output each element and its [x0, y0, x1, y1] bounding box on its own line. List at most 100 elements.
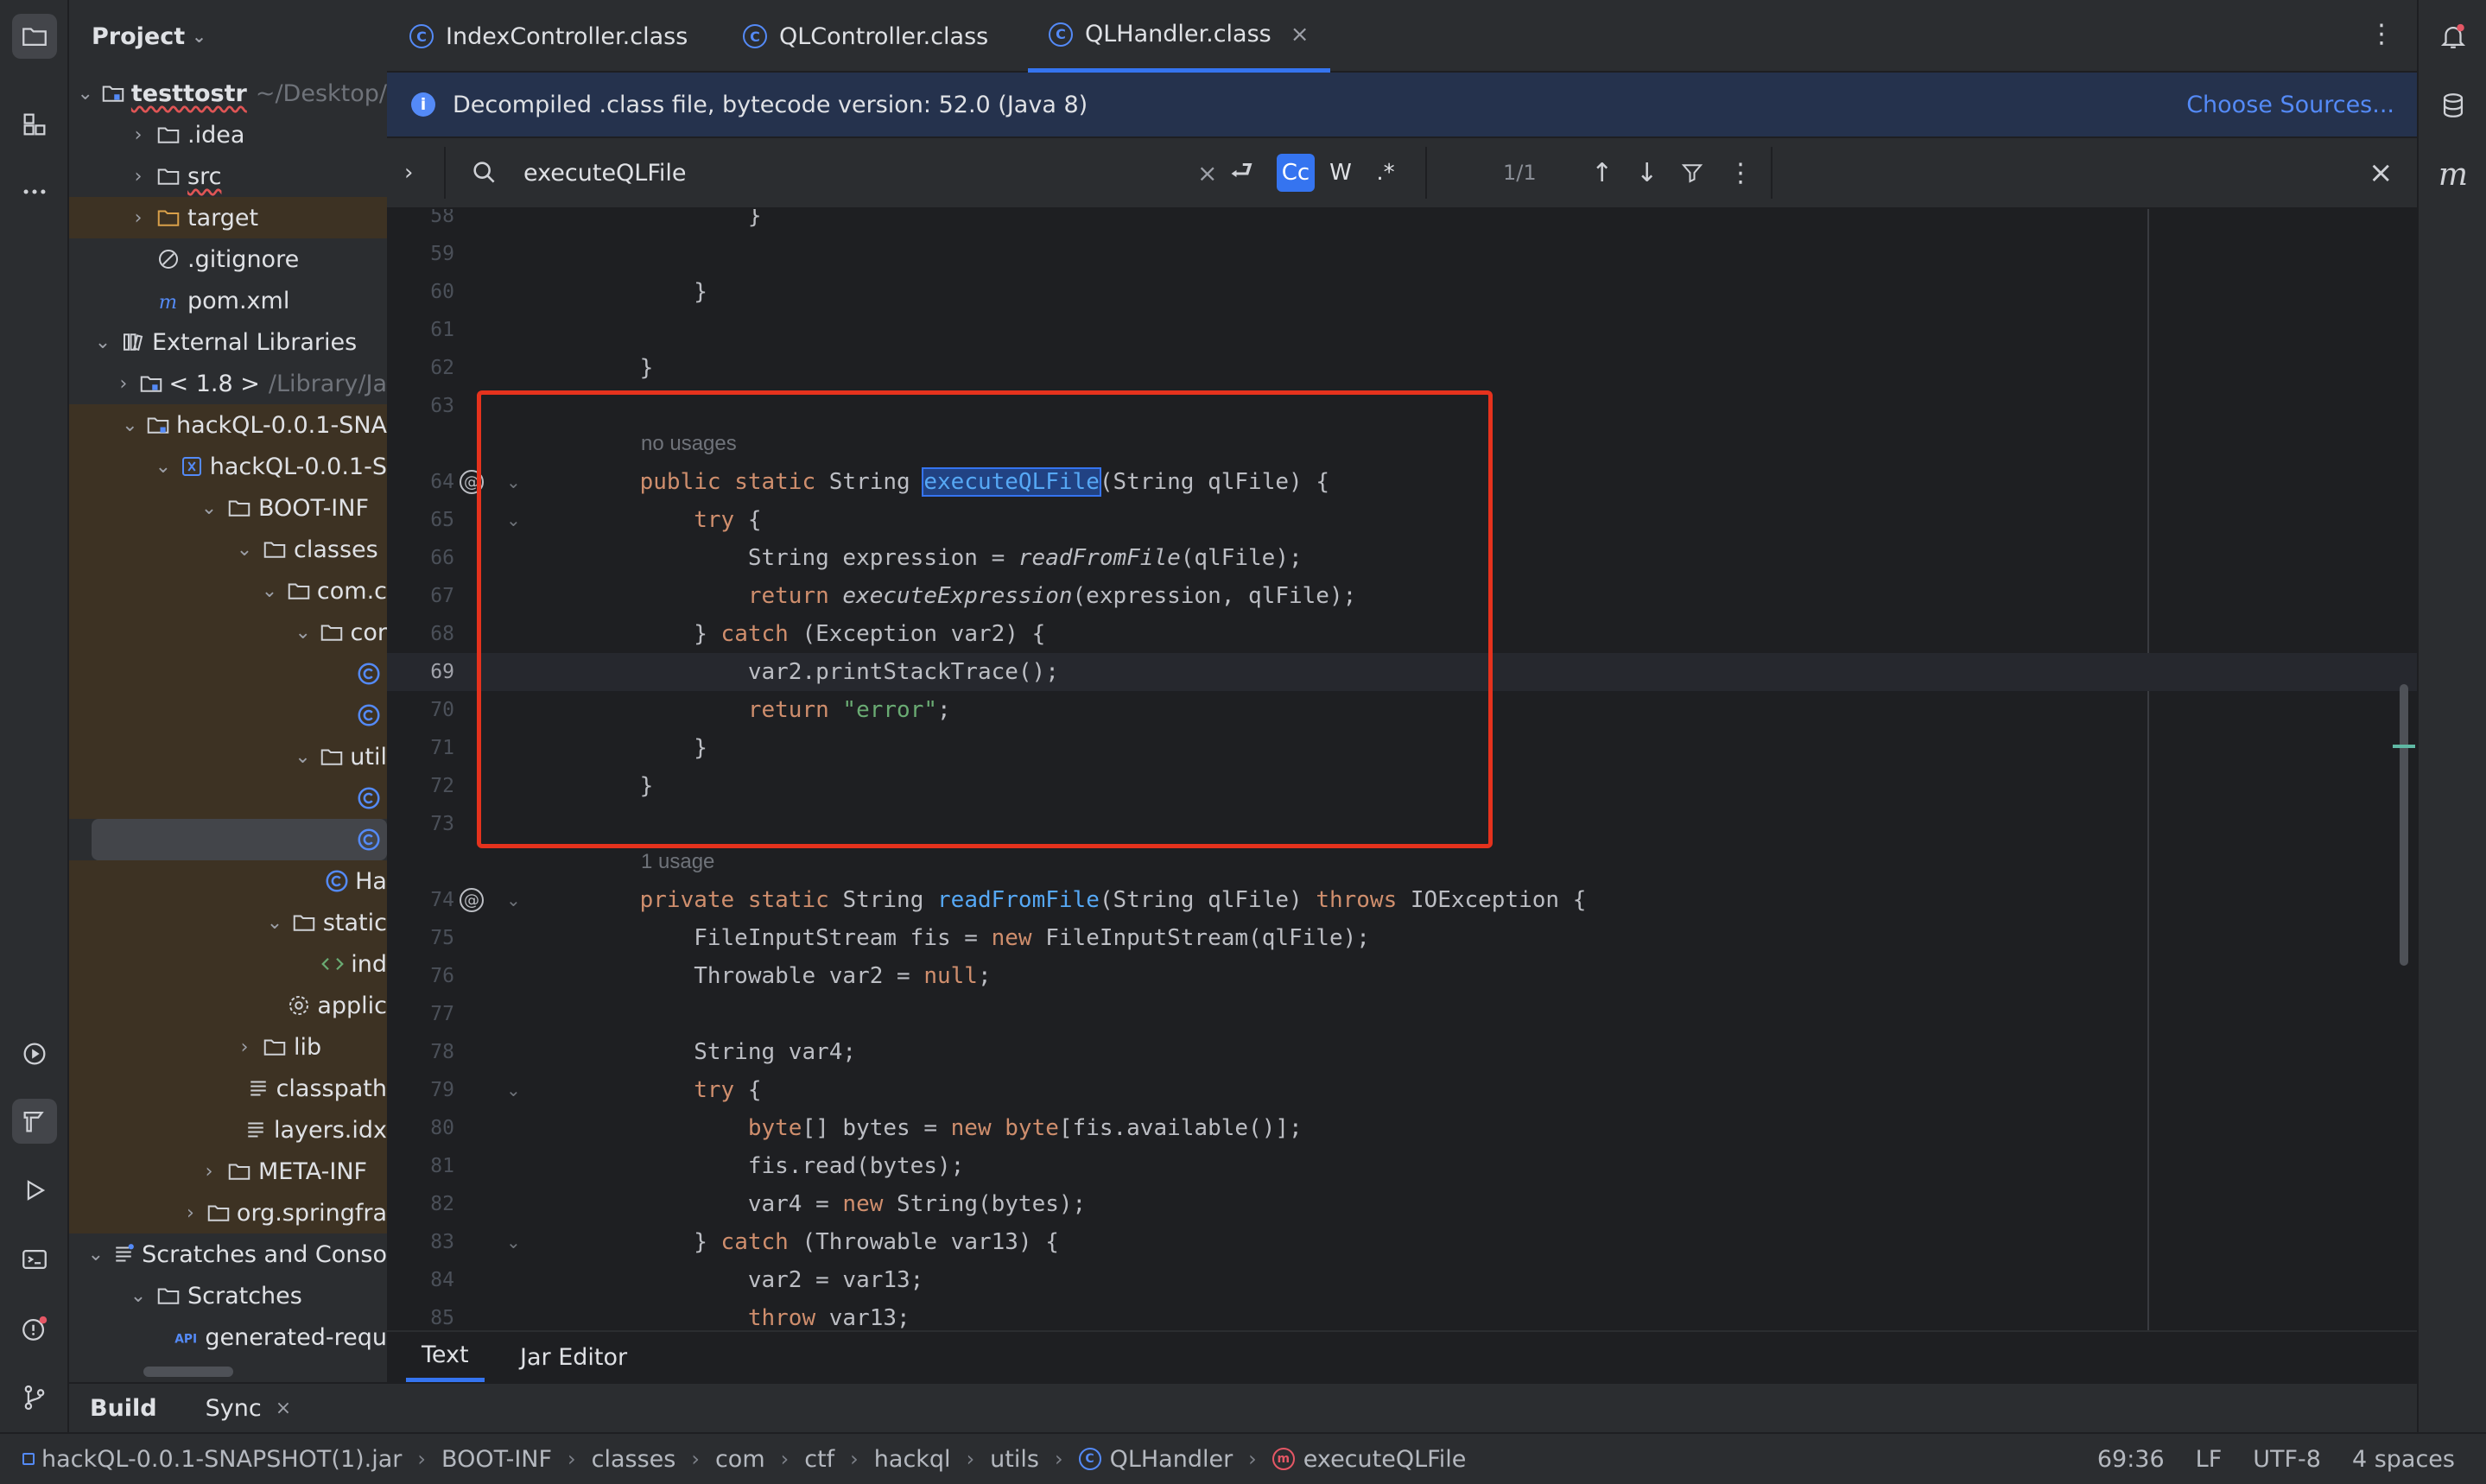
tree-item[interactable]: applic: [69, 985, 387, 1026]
line-number[interactable]: 73: [387, 805, 454, 843]
chevron-down-icon[interactable]: ⌄: [235, 539, 254, 561]
tree-item[interactable]: ⌄ BOOT-INF: [69, 487, 387, 529]
arrow-up-icon[interactable]: ↑: [1591, 138, 1613, 207]
tab-build[interactable]: Build: [90, 1395, 157, 1422]
tree-item[interactable]: classpath: [69, 1068, 387, 1109]
line-number[interactable]: 61: [387, 311, 454, 349]
indent-setting[interactable]: 4 spaces: [2352, 1446, 2455, 1473]
line-number[interactable]: 62: [387, 349, 454, 387]
more-tools-button[interactable]: [12, 169, 57, 214]
line-number[interactable]: 64: [387, 463, 454, 501]
tree-item[interactable]: m pom.xml: [69, 280, 387, 321]
clear-search-icon[interactable]: ×: [1197, 138, 1217, 207]
chevron-down-icon[interactable]: ⌄: [93, 332, 112, 353]
line-number[interactable]: 60: [387, 273, 454, 311]
chevron-right-icon[interactable]: ›: [235, 1037, 254, 1058]
tree-item[interactable]: › org.springfra: [69, 1192, 387, 1233]
chevron-down-icon[interactable]: ⌄: [122, 415, 138, 436]
choose-sources-link[interactable]: Choose Sources...: [2186, 92, 2394, 118]
find-input[interactable]: executeQLFile: [523, 138, 687, 207]
breadcrumb-item[interactable]: hackql: [874, 1446, 951, 1473]
line-number[interactable]: 79: [387, 1071, 454, 1109]
usage-hint[interactable]: no usages: [387, 425, 2417, 463]
annotation-gutter-icon[interactable]: @: [460, 470, 484, 494]
tree-item[interactable]: ⌄ static: [69, 902, 387, 943]
horizontal-scrollbar[interactable]: [143, 1367, 233, 1377]
line-number[interactable]: 59: [387, 235, 454, 273]
line-number[interactable]: 58: [387, 209, 454, 235]
close-icon[interactable]: ×: [2369, 138, 2394, 207]
more-vertical-icon[interactable]: ⋮: [1728, 138, 1754, 207]
tab-index-controller[interactable]: C IndexController.class: [409, 0, 688, 73]
breadcrumb-item[interactable]: ctf: [804, 1446, 834, 1473]
line-number[interactable]: 83: [387, 1223, 454, 1261]
tree-item[interactable]: .gitignore: [69, 238, 387, 280]
tree-item[interactable]: layers.idx: [69, 1109, 387, 1151]
tree-item[interactable]: ⌄ cor: [69, 612, 387, 653]
code-editor[interactable]: 58 } 59 60 } 61 62 } 63 no usages 64 @ ⌄ public s…: [387, 209, 2417, 1330]
chevron-down-icon[interactable]: ⌄: [129, 1285, 148, 1307]
close-icon[interactable]: ×: [1291, 22, 1310, 48]
chevron-right-icon[interactable]: ›: [182, 1202, 199, 1224]
tab-ql-controller[interactable]: C QLController.class: [743, 0, 988, 73]
breadcrumb-item[interactable]: hackQL-0.0.1-SNAPSHOT(1).jar: [22, 1446, 402, 1473]
usage-hint[interactable]: 1 usage: [387, 843, 2417, 881]
breadcrumb-item[interactable]: utils: [990, 1446, 1039, 1473]
line-number[interactable]: 80: [387, 1109, 454, 1147]
tab-sync[interactable]: Sync: [206, 1395, 262, 1422]
line-number[interactable]: 70: [387, 691, 454, 729]
caret-position[interactable]: 69:36: [2097, 1446, 2165, 1473]
chevron-down-icon[interactable]: ⌄: [294, 746, 312, 768]
line-number[interactable]: 84: [387, 1261, 454, 1299]
chevron-down-icon[interactable]: ⌄: [192, 26, 206, 47]
line-number[interactable]: 65: [387, 501, 454, 539]
tab-ql-handler[interactable]: C QLHandler.class ×: [1028, 0, 1330, 73]
chevron-down-icon[interactable]: ⌄: [261, 580, 279, 602]
tree-item[interactable]: ⌄ Scratches: [69, 1275, 387, 1316]
tree-item[interactable]: ⌄ External Libraries: [69, 321, 387, 363]
chevron-down-icon[interactable]: ⌄: [265, 912, 283, 934]
chevron-down-icon[interactable]: ⌄: [88, 1244, 104, 1265]
chevron-right-icon[interactable]: ›: [200, 1161, 219, 1183]
tree-item[interactable]: › src: [69, 155, 387, 197]
tree-item[interactable]: ⌄ hackQL-0.0.1-SNA: [69, 404, 387, 446]
fold-chevron-icon[interactable]: ⌄: [506, 501, 521, 539]
line-number[interactable]: 78: [387, 1033, 454, 1071]
database-button[interactable]: [2431, 83, 2476, 128]
terminal-tool-button[interactable]: [12, 1237, 57, 1282]
chevron-down-icon[interactable]: ⌄: [200, 498, 219, 519]
breadcrumb-item[interactable]: BOOT-INF: [441, 1446, 552, 1473]
tree-item[interactable]: ⌄ classes: [69, 529, 387, 570]
tree-item[interactable]: › META-INF: [69, 1151, 387, 1192]
tree-item[interactable]: › .idea: [69, 114, 387, 155]
run-tool-button[interactable]: [12, 1168, 57, 1213]
chevron-right-icon[interactable]: ›: [129, 207, 148, 229]
chevron-right-icon[interactable]: ›: [404, 138, 413, 207]
file-encoding[interactable]: UTF-8: [2253, 1446, 2321, 1473]
project-tool-button[interactable]: [12, 14, 57, 59]
more-vertical-icon[interactable]: ⋮: [2369, 19, 2394, 49]
line-number[interactable]: 63: [387, 387, 454, 425]
git-tool-button[interactable]: [12, 1375, 57, 1420]
tree-item[interactable]: API generated-requ: [69, 1316, 387, 1358]
chevron-down-icon[interactable]: ⌄: [77, 83, 92, 105]
structure-tool-button[interactable]: [12, 102, 57, 147]
notifications-button[interactable]: [2431, 14, 2476, 59]
match-case-toggle[interactable]: Cc: [1277, 154, 1315, 192]
chevron-down-icon[interactable]: ⌄: [155, 456, 172, 478]
tree-item[interactable]: ind: [69, 943, 387, 985]
tree-item[interactable]: › target: [69, 197, 387, 238]
find-query[interactable]: executeQLFile: [523, 160, 687, 187]
services-tool-button[interactable]: [12, 1031, 57, 1076]
line-number[interactable]: 81: [387, 1147, 454, 1185]
breadcrumb-item[interactable]: C QLHandler: [1078, 1446, 1233, 1473]
line-number[interactable]: 67: [387, 577, 454, 615]
build-tool-button[interactable]: [12, 1099, 57, 1144]
breadcrumb-item[interactable]: classes: [592, 1446, 676, 1473]
line-number[interactable]: 75: [387, 919, 454, 957]
tree-item[interactable]: [92, 819, 387, 860]
tree-item[interactable]: › lib: [69, 1026, 387, 1068]
maven-icon[interactable]: m: [2431, 152, 2476, 197]
vertical-scrollbar[interactable]: [2400, 684, 2408, 966]
words-toggle[interactable]: W: [1322, 154, 1360, 192]
